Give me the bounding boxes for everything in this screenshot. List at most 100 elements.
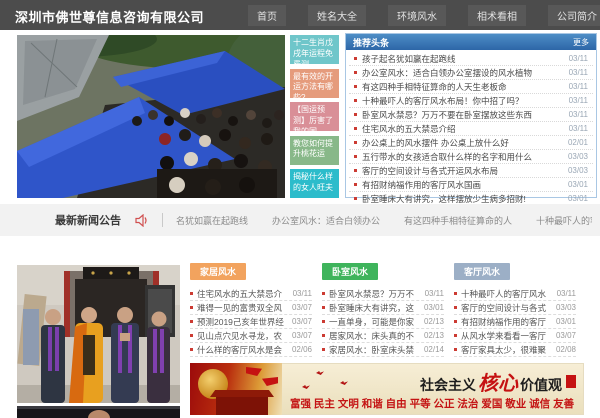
headline-row[interactable]: 客厅的空间设计与各式开运风水布局 03/03 <box>349 164 593 178</box>
ticker-items: 名犹如赢在起跑线 办公室风水：适合白领办公 有这四种手相特征算命的人 十种最吓人… <box>176 214 592 227</box>
article-date: 03/01 <box>556 317 576 326</box>
promo-link[interactable]: 揭秘什么样的女人旺夫 <box>290 169 339 198</box>
article-title: 居家风水：床头真的不 <box>329 330 420 342</box>
ticker-item[interactable]: 十种最吓人的客厅风水布局 <box>536 214 592 227</box>
article-title: 什么样的客厅风水是会 <box>197 344 288 356</box>
article-row[interactable]: 见山点穴见水寻龙，农 03/07 <box>190 329 312 343</box>
article-row[interactable]: 十种最吓人的客厅风水 03/11 <box>454 287 576 301</box>
section-list: 卧室风水禁忌？万万不 03/11 卧室睡床大有讲究，这 03/01 一直单身，可… <box>322 287 444 357</box>
headline-date: 03/03 <box>568 152 588 161</box>
headline-row[interactable]: 有这四种手相特征算命的人天生老板命 03/11 <box>349 80 593 94</box>
ticker-item[interactable]: 有这四种手相特征算命的人 <box>404 214 512 227</box>
slider-photo-crowd-under-blue-tents[interactable] <box>17 35 285 198</box>
recommended-headlines-panel: 推荐头条 更多 孩子起名犹如赢在起跑线 03/11 办公室风水：适合白领办公室摆… <box>345 33 597 198</box>
article-row[interactable]: 卧室风水禁忌？万万不 03/11 <box>322 287 444 301</box>
red-bullet-icon <box>322 348 325 351</box>
top-header-bar: 深圳市佛世尊信息咨询有限公司 首页 姓名大全 环境风水 相术看相 公司简介 <box>0 0 600 30</box>
headline-date: 03/11 <box>569 82 588 91</box>
headline-title: 有招财纳福作用的客厅风水国画 <box>362 179 562 191</box>
nav-item[interactable]: 相术看相 <box>468 5 526 26</box>
ticker-item[interactable]: 名犹如赢在起跑线 <box>176 214 248 227</box>
temple-group-photo[interactable] <box>17 265 180 403</box>
article-title: 卧室风水禁忌？万万不 <box>329 288 421 300</box>
red-bullet-icon <box>354 113 357 116</box>
red-bullet-icon <box>190 292 193 295</box>
headline-row[interactable]: 五行带水的女孩适合取什么样的名字和用什么 03/03 <box>349 150 593 164</box>
red-bullet-icon <box>354 99 357 102</box>
article-row[interactable]: 居家风水：床头真的不 02/13 <box>322 329 444 343</box>
article-date: 02/13 <box>424 317 444 326</box>
nav-item[interactable]: 环境风水 <box>388 5 446 26</box>
promo-link[interactable]: 十二生肖戊戌年运程免费测 <box>290 35 339 64</box>
red-bird-icon <box>316 371 324 375</box>
article-title: 见山点穴见水寻龙，农 <box>197 330 288 342</box>
red-bullet-icon <box>322 292 325 295</box>
headline-date: 03/11 <box>569 54 588 63</box>
red-bullet-icon <box>354 141 357 144</box>
ticker-item[interactable]: 办公室风水：适合白领办公 <box>272 214 380 227</box>
headline-date: 02/01 <box>568 138 588 147</box>
nav-item[interactable]: 首页 <box>248 5 286 26</box>
headline-row[interactable]: 办公桌上的风水摆件 办公桌上放什么好 02/01 <box>349 136 593 150</box>
red-bullet-icon <box>190 334 193 337</box>
article-row[interactable]: 预测2019己亥年世界经 03/07 <box>190 315 312 329</box>
red-bullet-icon <box>354 155 357 158</box>
article-date: 03/01 <box>424 303 444 312</box>
site-logo: 深圳市佛世尊信息咨询有限公司 <box>15 7 204 26</box>
article-row[interactable]: 家居风水：卧室床头禁 02/14 <box>322 343 444 357</box>
promo-link[interactable]: 【国运预测】厉害了我的国 <box>290 102 339 131</box>
article-date: 03/11 <box>557 289 576 298</box>
headline-row[interactable]: 卧室风水禁忌？万万不要在卧室摆放这些东西 03/11 <box>349 108 593 122</box>
red-bullet-icon <box>454 306 457 309</box>
red-bullet-icon <box>322 320 325 323</box>
tiananmen-gate-icon <box>216 397 268 415</box>
article-title: 客厅的空间设计与各式 <box>461 302 552 314</box>
headline-row[interactable]: 孩子起名犹如赢在起跑线 03/11 <box>349 52 593 66</box>
headline-row[interactable]: 办公室风水：适合白领办公室摆设的风水植物 03/11 <box>349 66 593 80</box>
red-flag-icon <box>262 377 278 386</box>
red-bullet-icon <box>354 127 357 130</box>
headline-date: 03/11 <box>569 96 588 105</box>
article-row[interactable]: 卧室睡床大有讲究，这 03/01 <box>322 301 444 315</box>
headline-title: 卧室睡床大有讲究，这样摆放少生病多招财! <box>362 193 562 205</box>
more-link[interactable]: 更多 <box>573 37 589 48</box>
article-row[interactable]: 客厅家具太少，很难聚 02/08 <box>454 343 576 357</box>
red-bullet-icon <box>354 57 357 60</box>
promo-link[interactable]: 最有效的开运方法有哪些? <box>290 69 339 98</box>
news-ticker-bar: 最新新闻公告 名犹如赢在起跑线 办公室风水：适合白领办公 有这四种手相特征算命的… <box>0 204 600 236</box>
article-title: 有招财纳福作用的客厅 <box>461 316 552 328</box>
section-chip[interactable]: 客厅风水 <box>454 263 510 280</box>
core-values-banner[interactable]: 社会主义 核心 价值观 富强 民主 文明 和谐 自由 平等 公正 法治 爱国 敬… <box>190 363 584 415</box>
article-date: 03/07 <box>292 317 312 326</box>
promo-link[interactable]: 教您如何提升桃花运 <box>290 136 339 165</box>
article-row[interactable]: 客厅的空间设计与各式 03/03 <box>454 301 576 315</box>
section-chip[interactable]: 家居风水 <box>190 263 246 280</box>
article-row[interactable]: 什么样的客厅风水是会 02/06 <box>190 343 312 357</box>
second-photo-partial[interactable] <box>17 406 180 418</box>
red-bullet-icon <box>354 183 357 186</box>
red-flag-icon <box>246 367 262 376</box>
section-livingroom-fengshui: 客厅风水 十种最吓人的客厅风水 03/11 客厅的空间设计与各式 03/03 有… <box>454 262 576 357</box>
article-row[interactable]: 从风水学来看看一客厅 03/07 <box>454 329 576 343</box>
headline-row[interactable]: 有招财纳福作用的客厅风水国画 03/01 <box>349 178 593 192</box>
article-row[interactable]: 一直单身，可能是你家 02/13 <box>322 315 444 329</box>
red-bird-icon <box>302 385 310 389</box>
article-row[interactable]: 难得一见的富贵双全风 03/07 <box>190 301 312 315</box>
banner-text-area: 社会主义 核心 价值观 富强 民主 文明 和谐 自由 平等 公正 法治 爱国 敬… <box>282 363 584 415</box>
category-columns: 家居风水 住宅风水的五大禁忌介 03/11 难得一见的富贵双全风 03/07 预… <box>190 262 576 357</box>
article-title: 难得一见的富贵双全风 <box>197 302 288 314</box>
article-row[interactable]: 有招财纳福作用的客厅 03/01 <box>454 315 576 329</box>
headline-row[interactable]: 十种最吓人的客厅风水布局！你中招了吗？ 03/11 <box>349 94 593 108</box>
article-title: 预测2019己亥年世界经 <box>197 316 288 328</box>
headline-title: 住宅风水的五大禁忌介绍 <box>362 123 563 135</box>
section-chip[interactable]: 卧室风水 <box>322 263 378 280</box>
banner-values-line: 富强 民主 文明 和谐 自由 平等 公正 法治 爱国 敬业 诚信 友善 <box>290 396 582 411</box>
article-title: 卧室睡床大有讲究，这 <box>329 302 420 314</box>
nav-item[interactable]: 公司简介 <box>548 5 600 26</box>
promo-links-column: 十二生肖戊戌年运程免费测 最有效的开运方法有哪些? 【国运预测】厉害了我的国 教… <box>290 35 339 198</box>
headline-row[interactable]: 住宅风水的五大禁忌介绍 03/11 <box>349 122 593 136</box>
article-row[interactable]: 住宅风水的五大禁忌介 03/11 <box>190 287 312 301</box>
banner-title-part1: 社会主义 <box>420 375 476 395</box>
article-date: 03/03 <box>556 303 576 312</box>
nav-item[interactable]: 姓名大全 <box>308 5 366 26</box>
